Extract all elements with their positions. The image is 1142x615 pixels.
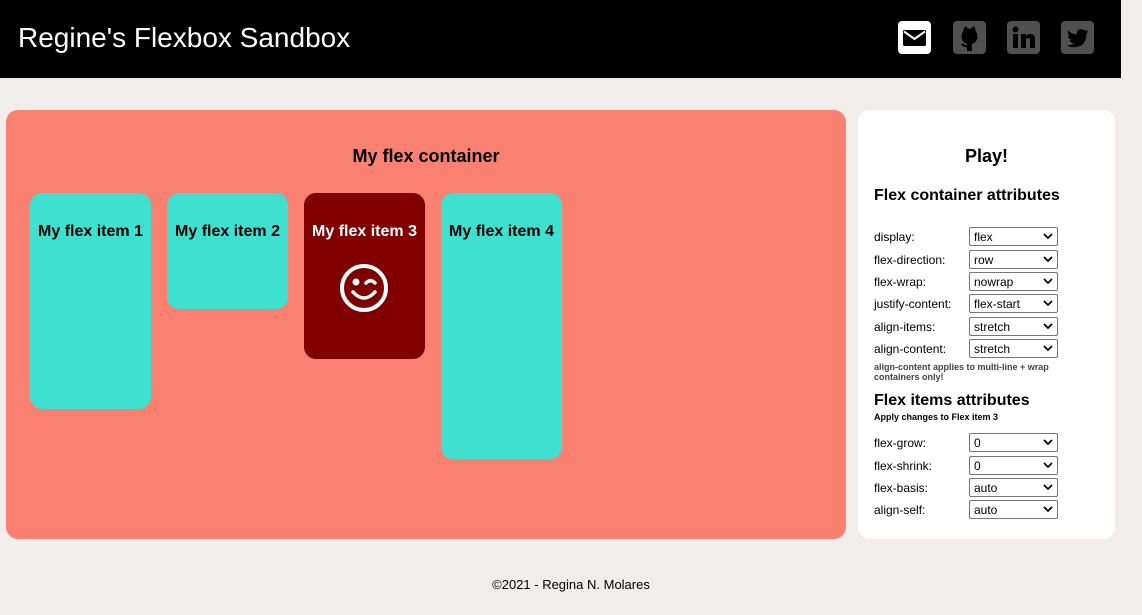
container-attributes-heading: Flex container attributes <box>874 187 1060 204</box>
flex-basis-label: flex-basis: <box>874 481 929 495</box>
select-value: stretch <box>974 320 1011 334</box>
github-icon[interactable] <box>953 21 986 54</box>
items-subnote: Apply changes to Flex item 3 <box>874 412 999 422</box>
select-value: row <box>974 253 994 267</box>
align-items-select[interactable]: stretch <box>969 317 1058 336</box>
flex-item-label: My flex item 1 <box>38 223 143 240</box>
chevron-down-icon <box>1043 233 1053 240</box>
display-row: display: flex <box>874 227 1104 247</box>
align-self-row: align-self: auto <box>874 500 1104 520</box>
flex-basis-select[interactable]: auto <box>969 478 1058 497</box>
align-content-label: align-content: <box>874 342 947 356</box>
align-content-note: align-content applies to multi-line + wr… <box>874 362 1049 382</box>
chevron-down-icon <box>1043 278 1053 285</box>
flex-container: My flex container My flex item 1 My flex… <box>6 110 846 539</box>
flex-shrink-row: flex-shrink: 0 <box>874 456 1104 476</box>
select-value: flex <box>974 230 993 244</box>
display-label: display: <box>874 230 915 244</box>
flex-item-label: My flex item 3 <box>312 223 417 240</box>
chevron-down-icon <box>1043 323 1053 330</box>
flex-item-label: My flex item 2 <box>175 223 280 240</box>
select-value: auto <box>974 503 998 517</box>
winking-face-icon <box>340 264 388 312</box>
container-title: My flex container <box>352 146 500 166</box>
email-icon[interactable] <box>898 21 931 54</box>
chevron-down-icon <box>1043 256 1053 263</box>
flex-shrink-select[interactable]: 0 <box>969 456 1058 475</box>
select-value: nowrap <box>974 275 1014 289</box>
flex-shrink-label: flex-shrink: <box>874 459 933 473</box>
flex-wrap-label: flex-wrap: <box>874 275 927 289</box>
linkedin-icon[interactable] <box>1007 21 1040 54</box>
align-content-select[interactable]: stretch <box>969 339 1058 358</box>
chevron-down-icon <box>1043 300 1053 307</box>
align-self-label: align-self: <box>874 503 926 517</box>
panel-title: Play! <box>964 146 1009 166</box>
select-value: flex-start <box>974 297 1021 311</box>
flex-basis-row: flex-basis: auto <box>874 478 1104 498</box>
select-value: 0 <box>974 459 981 473</box>
site-header: Regine's Flexbox Sandbox <box>0 0 1121 78</box>
flex-wrap-row: flex-wrap: nowrap <box>874 272 1104 292</box>
flex-direction-row: flex-direction: row <box>874 250 1104 270</box>
site-title: Regine's Flexbox Sandbox <box>18 22 351 53</box>
chevron-down-icon <box>1043 506 1053 513</box>
chevron-down-icon <box>1043 439 1053 446</box>
chevron-down-icon <box>1043 484 1053 491</box>
justify-content-select[interactable]: flex-start <box>969 294 1058 313</box>
select-value: stretch <box>974 342 1011 356</box>
flex-direction-label: flex-direction: <box>874 253 946 267</box>
flex-grow-row: flex-grow: 0 <box>874 433 1104 453</box>
flex-wrap-select[interactable]: nowrap <box>969 272 1058 291</box>
justify-content-row: justify-content: flex-start <box>874 294 1104 314</box>
footer: ©2021 - Regina N. Molares <box>0 577 1142 592</box>
flex-direction-select[interactable]: row <box>969 250 1058 269</box>
twitter-icon[interactable] <box>1061 21 1094 54</box>
justify-content-label: justify-content: <box>874 297 952 311</box>
items-attributes-heading: Flex items attributes <box>874 392 1030 409</box>
flex-grow-select[interactable]: 0 <box>969 433 1058 452</box>
align-items-label: align-items: <box>874 320 936 334</box>
align-content-row: align-content: stretch <box>874 339 1104 359</box>
align-self-select[interactable]: auto <box>969 500 1058 519</box>
display-select[interactable]: flex <box>969 227 1058 246</box>
align-items-row: align-items: stretch <box>874 317 1104 337</box>
controls-panel: Play! Flex container attributes display:… <box>858 110 1115 539</box>
flex-item-label: My flex item 4 <box>449 223 554 240</box>
copyright-text: ©2021 - Regina N. Molares <box>492 577 650 592</box>
chevron-down-icon <box>1043 462 1053 469</box>
chevron-down-icon <box>1043 345 1053 352</box>
select-value: auto <box>974 481 998 495</box>
flex-item-3[interactable]: My flex item 3 <box>304 193 425 359</box>
select-value: 0 <box>974 436 981 450</box>
flex-item-4[interactable]: My flex item 4 <box>441 193 562 459</box>
flex-item-1[interactable]: My flex item 1 <box>30 193 151 409</box>
flex-grow-label: flex-grow: <box>874 436 927 450</box>
flex-item-2[interactable]: My flex item 2 <box>167 193 288 309</box>
